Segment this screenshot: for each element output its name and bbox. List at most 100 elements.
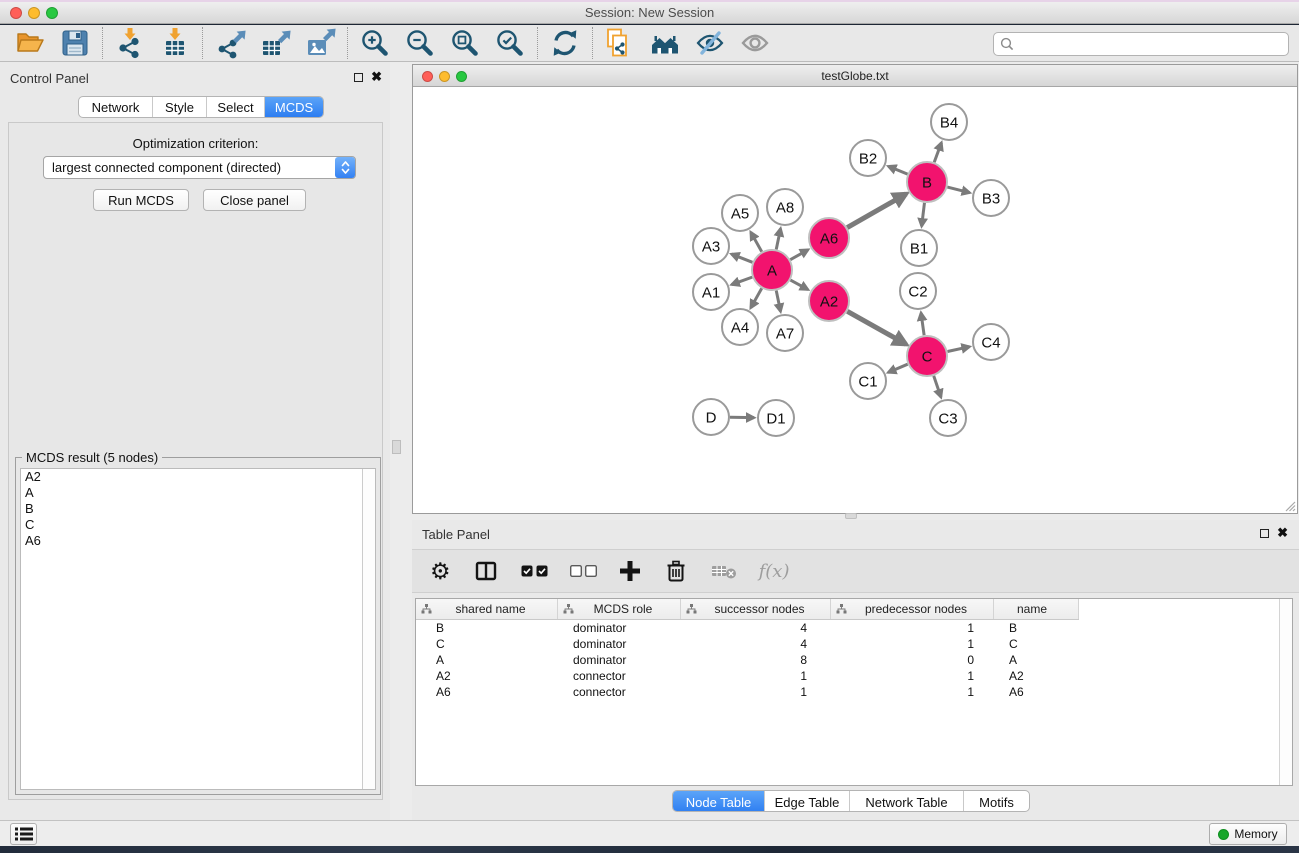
memory-button[interactable]: Memory bbox=[1209, 823, 1287, 845]
add-column-icon[interactable] bbox=[619, 560, 641, 582]
graph-node-A5[interactable]: A5 bbox=[722, 195, 758, 231]
graph-edge-B-B3[interactable] bbox=[947, 187, 969, 193]
show-details-eye-icon[interactable] bbox=[739, 27, 771, 59]
graph-node-C1[interactable]: C1 bbox=[850, 363, 886, 399]
select-stepper[interactable] bbox=[335, 157, 355, 178]
graph-edge-B-B1[interactable] bbox=[922, 203, 925, 226]
graph-node-A3[interactable]: A3 bbox=[693, 228, 729, 264]
graph-node-A2[interactable]: A2 bbox=[809, 281, 849, 321]
tab-style[interactable]: Style bbox=[152, 97, 206, 117]
column-header[interactable]: name bbox=[994, 599, 1079, 619]
mcds-result-list[interactable]: A2ABCA6 bbox=[20, 468, 376, 790]
zoom-in-icon[interactable] bbox=[359, 27, 391, 59]
graph-edge-C-C3[interactable] bbox=[934, 376, 941, 397]
export-network-icon[interactable] bbox=[214, 27, 246, 59]
graph-edge-C-C1[interactable] bbox=[888, 364, 907, 372]
graph-edge-B-B4[interactable] bbox=[934, 143, 941, 163]
graph-edge-A6-B[interactable] bbox=[847, 194, 906, 228]
mcds-result-item[interactable]: B bbox=[21, 501, 375, 517]
network-window-titlebar[interactable]: testGlobe.txt bbox=[413, 65, 1297, 87]
tab-select[interactable]: Select bbox=[206, 97, 264, 117]
new-network-from-selection-icon[interactable] bbox=[604, 27, 636, 59]
column-header[interactable]: predecessor nodes bbox=[831, 599, 994, 619]
mcds-result-item[interactable]: A2 bbox=[21, 469, 375, 485]
window-resize-grip[interactable] bbox=[1280, 496, 1296, 512]
graph-node-A[interactable]: A bbox=[752, 250, 792, 290]
zoom-fit-icon[interactable] bbox=[449, 27, 481, 59]
graph-node-C4[interactable]: C4 bbox=[973, 324, 1009, 360]
tab-mcds[interactable]: MCDS bbox=[264, 97, 323, 117]
graph-edge-A-A3[interactable] bbox=[731, 254, 752, 262]
tab-network-table[interactable]: Network Table bbox=[849, 791, 963, 812]
graph-node-B3[interactable]: B3 bbox=[973, 180, 1009, 216]
zoom-selected-icon[interactable] bbox=[494, 27, 526, 59]
zoom-out-icon[interactable] bbox=[404, 27, 436, 59]
import-table-icon[interactable] bbox=[159, 27, 191, 59]
scrollbar-track[interactable] bbox=[362, 469, 375, 789]
graph-node-A7[interactable]: A7 bbox=[767, 315, 803, 351]
tab-network[interactable]: Network bbox=[79, 97, 152, 117]
graph-edge-A-A2[interactable] bbox=[790, 280, 807, 290]
table-row[interactable]: A2connector11A2 bbox=[416, 668, 1278, 684]
network-graph[interactable]: B4B2BB3A8A5A6A3B1AC2A1A2A4A7C4CC1C3DD1 bbox=[413, 87, 1297, 513]
run-mcds-button[interactable]: Run MCDS bbox=[93, 189, 189, 211]
mcds-result-item[interactable]: A bbox=[21, 485, 375, 501]
graph-node-A8[interactable]: A8 bbox=[767, 189, 803, 225]
search-field[interactable] bbox=[993, 32, 1289, 56]
float-panel-icon[interactable] bbox=[1260, 529, 1269, 538]
hide-details-eye-slash-icon[interactable] bbox=[694, 27, 726, 59]
graph-edge-C-C2[interactable] bbox=[921, 313, 924, 335]
graph-node-B[interactable]: B bbox=[907, 162, 947, 202]
graph-edge-A-A8[interactable] bbox=[776, 229, 780, 250]
graph-node-B1[interactable]: B1 bbox=[901, 230, 937, 266]
table-row[interactable]: Cdominator41C bbox=[416, 636, 1278, 652]
tab-motifs[interactable]: Motifs bbox=[963, 791, 1029, 812]
close-panel-button[interactable]: Close panel bbox=[203, 189, 306, 211]
show-hide-neighbors-icon[interactable] bbox=[649, 27, 681, 59]
table-row[interactable]: Adominator80A bbox=[416, 652, 1278, 668]
mcds-result-item[interactable]: A6 bbox=[21, 533, 375, 549]
graph-edge-A-A5[interactable] bbox=[751, 232, 762, 252]
export-table-icon[interactable] bbox=[259, 27, 291, 59]
graph-node-D[interactable]: D bbox=[693, 399, 729, 435]
search-input[interactable] bbox=[1014, 34, 1288, 54]
criterion-select[interactable]: largest connected component (directed) bbox=[43, 156, 356, 179]
close-panel-icon[interactable]: ✖ bbox=[1277, 525, 1288, 541]
save-session-icon[interactable] bbox=[59, 27, 91, 59]
graph-edge-A-A6[interactable] bbox=[790, 250, 808, 260]
tab-node-table[interactable]: Node Table bbox=[673, 791, 764, 812]
column-header[interactable]: MCDS role bbox=[558, 599, 681, 619]
graph-node-C3[interactable]: C3 bbox=[930, 400, 966, 436]
open-session-icon[interactable] bbox=[14, 27, 46, 59]
delete-column-trash-icon[interactable] bbox=[663, 558, 689, 584]
float-panel-icon[interactable] bbox=[354, 73, 363, 82]
graph-node-A4[interactable]: A4 bbox=[722, 309, 758, 345]
graph-edge-B-B2[interactable] bbox=[888, 166, 907, 174]
graph-node-C2[interactable]: C2 bbox=[900, 273, 936, 309]
deselect-all-columns-icon[interactable] bbox=[570, 565, 597, 577]
table-row[interactable]: A6connector11A6 bbox=[416, 684, 1278, 700]
show-columns-icon[interactable] bbox=[473, 558, 499, 584]
close-panel-icon[interactable]: ✖ bbox=[371, 69, 382, 85]
table-row[interactable]: Bdominator41B bbox=[416, 620, 1278, 636]
graph-node-B4[interactable]: B4 bbox=[931, 104, 967, 140]
column-header[interactable]: successor nodes bbox=[681, 599, 831, 619]
panel-divider-grip[interactable] bbox=[392, 440, 401, 454]
graph-node-A1[interactable]: A1 bbox=[693, 274, 729, 310]
scrollbar-track[interactable] bbox=[1279, 599, 1292, 785]
column-header[interactable]: shared name bbox=[416, 599, 558, 619]
table-settings-gear-icon[interactable]: ⚙ bbox=[430, 558, 451, 584]
export-image-icon[interactable] bbox=[304, 27, 336, 59]
graph-node-D1[interactable]: D1 bbox=[758, 400, 794, 436]
graph-node-A6[interactable]: A6 bbox=[809, 218, 849, 258]
import-network-icon[interactable] bbox=[114, 27, 146, 59]
graph-edge-C-C4[interactable] bbox=[948, 347, 970, 352]
refresh-icon[interactable] bbox=[549, 27, 581, 59]
task-history-button[interactable] bbox=[10, 823, 37, 845]
graph-edge-A2-C[interactable] bbox=[847, 311, 906, 344]
tab-edge-table[interactable]: Edge Table bbox=[764, 791, 849, 812]
mcds-result-item[interactable]: C bbox=[21, 517, 375, 533]
graph-edge-A-A1[interactable] bbox=[732, 277, 753, 284]
horizontal-divider-grip[interactable] bbox=[845, 513, 857, 519]
select-all-columns-icon[interactable] bbox=[521, 565, 548, 577]
